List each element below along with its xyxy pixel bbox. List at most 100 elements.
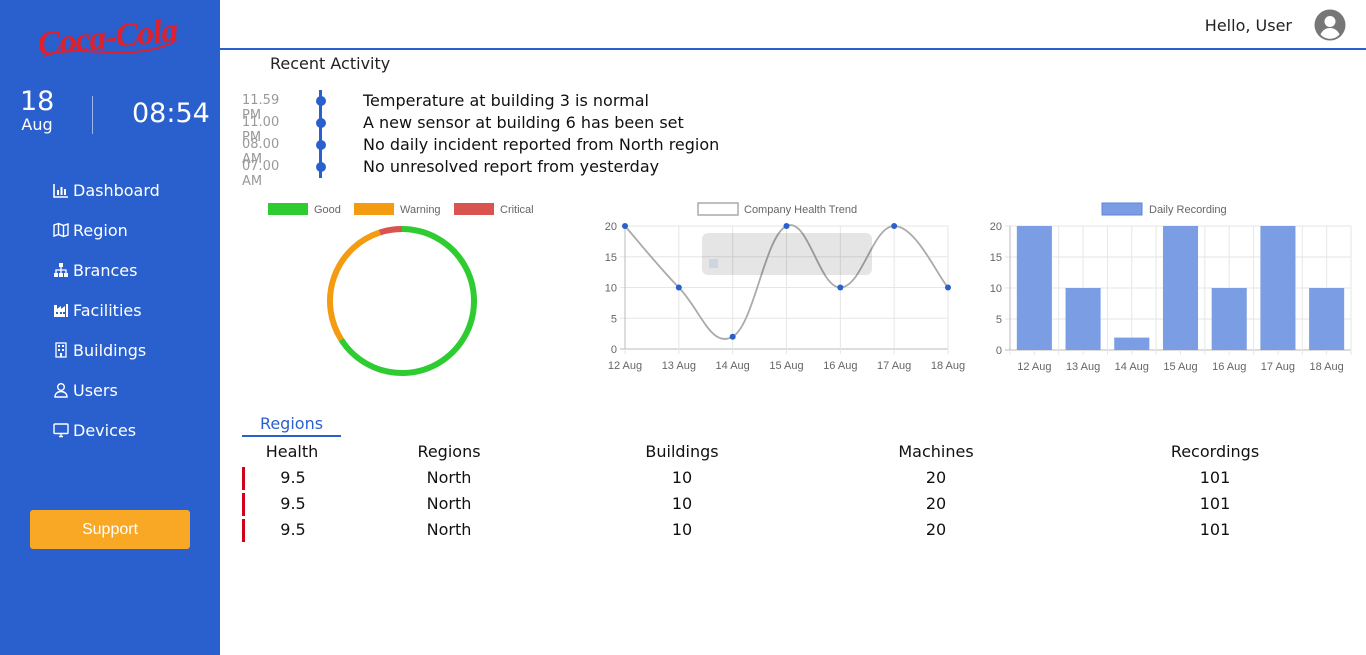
column-header[interactable]: Buildings xyxy=(602,442,762,461)
bar xyxy=(1016,226,1052,350)
data-point xyxy=(945,284,951,291)
x-tick-label: 14 Aug xyxy=(1115,361,1149,373)
activity-item: 11.00 PM A new sensor at building 6 has … xyxy=(242,112,842,145)
activity-time: 07.00 AM xyxy=(242,159,280,189)
machines-cell: 20 xyxy=(925,494,947,513)
sidebar-item-label: Users xyxy=(73,380,118,400)
sidebar-item-dashboard[interactable]: Dashboard xyxy=(52,170,160,210)
timeline-dot xyxy=(316,96,326,106)
buildings-cell: 10 xyxy=(671,494,693,513)
table-row[interactable]: 9.5 North 10 20 101 xyxy=(242,466,1366,492)
column-header[interactable]: Machines xyxy=(856,442,1016,461)
sidebar-item-label: Brances xyxy=(73,260,138,280)
activity-message: No unresolved report from yesterday xyxy=(363,157,660,176)
y-tick-label: 15 xyxy=(605,252,617,264)
user-icon xyxy=(52,382,70,398)
sidebar-item-label: Facilities xyxy=(73,300,142,320)
health-cell: 9.5 xyxy=(280,468,306,487)
sidebar-item-devices[interactable]: Devices xyxy=(52,410,160,450)
column-header[interactable]: Health xyxy=(212,442,372,461)
sidebar-item-facilities[interactable]: Facilities xyxy=(52,290,160,330)
doughnut-segment xyxy=(378,226,403,236)
y-tick-label: 20 xyxy=(990,221,1002,233)
x-tick-label: 15 Aug xyxy=(769,360,803,372)
legend-swatch xyxy=(354,203,394,215)
sidebar-item-region[interactable]: Region xyxy=(52,210,160,250)
industry-icon xyxy=(52,302,70,318)
tab-regions[interactable]: Regions xyxy=(242,414,341,437)
x-tick-label: 14 Aug xyxy=(716,360,750,372)
table-row[interactable]: 9.5 North 10 20 101 xyxy=(242,492,1366,518)
region-cell: North xyxy=(426,520,472,539)
user-greeting: Hello, User xyxy=(1204,16,1292,35)
regions-table: Health Regions Buildings Machines Record… xyxy=(242,440,1366,544)
x-tick-label: 13 Aug xyxy=(1066,361,1100,373)
x-tick-label: 17 Aug xyxy=(877,360,911,372)
timeline-dot xyxy=(316,118,326,128)
svg-text:Coca-Cola: Coca-Cola xyxy=(38,12,178,63)
bar xyxy=(1309,288,1345,350)
desktop-icon xyxy=(52,422,70,438)
data-point xyxy=(622,223,628,229)
recordings-cell: 101 xyxy=(1199,520,1231,539)
health-doughnut-chart: Good Warning Critical xyxy=(240,195,560,385)
date-day: 18 xyxy=(20,86,55,117)
buildings-cell: 10 xyxy=(671,468,693,487)
timeline-dot xyxy=(316,162,326,172)
x-tick-label: 13 Aug xyxy=(662,360,696,372)
sidebar-item-buildings[interactable]: Buildings xyxy=(52,330,160,370)
sidebar-item-users[interactable]: Users xyxy=(52,370,160,410)
sidebar-item-label: Devices xyxy=(73,420,137,440)
y-tick-label: 0 xyxy=(996,345,1002,357)
activity-item: 08.00 AM No daily incident reported from… xyxy=(242,134,842,167)
bar xyxy=(1211,288,1247,350)
doughnut-segment xyxy=(327,229,381,342)
user-circle-icon[interactable] xyxy=(1314,9,1346,41)
bar xyxy=(1162,226,1199,350)
legend-swatch xyxy=(1101,202,1143,216)
column-header[interactable]: Regions xyxy=(369,442,529,461)
x-tick-label: 15 Aug xyxy=(1163,361,1197,373)
daily-recording-bar-chart: Daily Recording 0 5 10 15 20 12 Aug 13 Aug 14 Au… xyxy=(975,195,1360,380)
x-tick-label: 16 Aug xyxy=(1212,361,1246,373)
bar-chart-icon xyxy=(52,182,70,198)
y-tick-label: 10 xyxy=(605,283,617,295)
data-point xyxy=(783,223,790,229)
y-tick-label: 5 xyxy=(611,313,617,325)
data-point xyxy=(891,223,898,229)
legend-swatch xyxy=(454,203,494,215)
legend-label: Warning xyxy=(400,204,441,216)
tooltip-swatch xyxy=(709,259,718,268)
date-divider xyxy=(92,96,93,134)
sitemap-icon xyxy=(52,262,70,278)
legend-label: Good xyxy=(314,204,341,216)
sidebar-item-brances[interactable]: Brances xyxy=(52,250,160,290)
machines-cell: 20 xyxy=(925,520,947,539)
legend-label: Critical xyxy=(500,204,534,216)
timeline-dot xyxy=(316,140,326,150)
clock: 08:54 xyxy=(132,98,210,129)
activity-item: 11.59 PM Temperature at building 3 is no… xyxy=(242,90,842,123)
table-row[interactable]: 9.5 North 10 20 101 xyxy=(242,518,1366,544)
column-header[interactable]: Recordings xyxy=(1135,442,1295,461)
sidebar-item-label: Dashboard xyxy=(73,180,160,200)
top-header: Hello, User xyxy=(220,0,1366,50)
map-icon xyxy=(52,222,70,238)
buildings-cell: 10 xyxy=(671,520,693,539)
y-tick-label: 15 xyxy=(990,252,1002,264)
sidebar: Coca-Cola 18 Aug 08:54 Dashboard Region … xyxy=(0,0,220,655)
support-button[interactable]: Support xyxy=(30,510,190,549)
coca-cola-logo[interactable]: Coca-Cola xyxy=(36,12,180,66)
activity-message: A new sensor at building 6 has been set xyxy=(363,113,684,132)
date-display: 18 Aug xyxy=(20,88,54,134)
health-cell: 9.5 xyxy=(280,520,306,539)
legend-label: Company Health Trend xyxy=(744,204,857,216)
health-cell: 9.5 xyxy=(280,494,306,513)
region-cell: North xyxy=(426,468,472,487)
tooltip-box xyxy=(702,233,872,275)
x-tick-label: 12 Aug xyxy=(1017,361,1051,373)
y-tick-label: 5 xyxy=(996,314,1002,326)
x-tick-label: 12 Aug xyxy=(608,360,642,372)
machines-cell: 20 xyxy=(925,468,947,487)
activity-item: 07.00 AM No unresolved report from yeste… xyxy=(242,156,842,189)
